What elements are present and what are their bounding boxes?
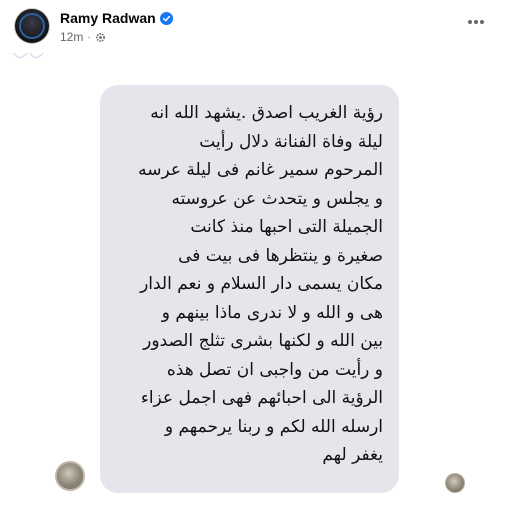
author-avatar[interactable] — [14, 8, 50, 44]
author-name[interactable]: Ramy Radwan — [60, 10, 156, 26]
message-line: يغفر لهم — [322, 445, 383, 465]
post-meta: 12m · — [60, 30, 106, 44]
message-line: هى و الله و لا ندرى ماذا بينهم و — [161, 302, 383, 323]
message-line: مكان يسمى دار السلام و نعم الدار — [140, 274, 383, 294]
author-row: Ramy Radwan — [60, 10, 173, 26]
message-line: بين الله و لكنها بشرى تثلج الصدور — [143, 331, 383, 351]
message-line: و يجلس و يتحدث عن عروسته — [171, 188, 383, 209]
post-header: Ramy Radwan 12m · — [8, 6, 498, 46]
verified-badge-icon — [159, 11, 173, 25]
avatar-ring — [19, 13, 45, 39]
post-time[interactable]: 12m — [60, 30, 83, 44]
message-bubble: رؤية الغريب اصدق .يشهد الله انه ليلة وفا… — [100, 85, 399, 493]
sender-avatar[interactable] — [55, 461, 85, 491]
message-line: الجميلة التى احبها منذ كانت — [190, 217, 383, 237]
message-line: ارسله الله لكم و ربنا يرحمهم و — [164, 416, 383, 437]
meta-separator: · — [87, 31, 91, 43]
decorative-waves-icon — [13, 52, 44, 59]
message-line: الرؤية الى احبائهم فهى اجمل عزاء — [140, 388, 383, 408]
seen-receipt-avatar — [445, 473, 465, 493]
message-line: رؤية الغريب اصدق .يشهد الله انه — [150, 103, 383, 123]
message-line: ليلة وفاة الفنانة دلال رأيت — [199, 131, 383, 152]
more-options-button[interactable] — [462, 12, 490, 32]
message-line: المرحوم سمير غانم فى ليلة عرسه — [138, 160, 383, 180]
more-dots-icon — [468, 20, 484, 24]
message-line: و رأيت من واجبى ان تصل هذه — [166, 359, 383, 380]
message-line: صغيرة و ينتظرها فى بيت فى — [178, 245, 383, 266]
gear-icon[interactable] — [95, 32, 106, 43]
